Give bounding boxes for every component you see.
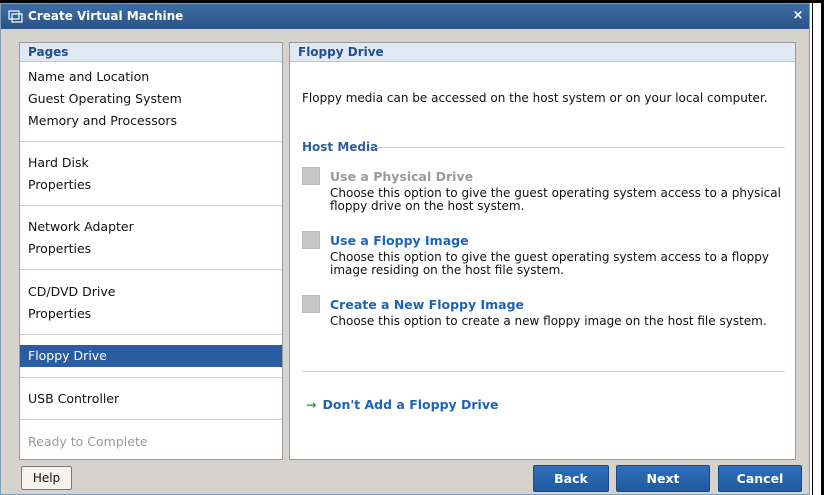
next-button[interactable]: Next (616, 465, 710, 492)
content-panel: Floppy Drive Floppy media can be accesse… (289, 42, 796, 460)
help-button[interactable]: Help (21, 466, 72, 490)
page-item-name-and-location[interactable]: Name and Location (20, 66, 282, 88)
content-header: Floppy Drive (290, 43, 795, 62)
vm-window-icon (8, 10, 23, 23)
new-floppy-image-description: Choose this option to create a new flopp… (330, 314, 767, 328)
physical-drive-description: Choose this option to give the guest ope… (330, 186, 781, 213)
dialog-window: Create Virtual Machine × Pages Name and … (0, 3, 810, 495)
page-item-network-adapter-properties[interactable]: Properties (20, 238, 282, 260)
page-item-hard-disk[interactable]: Hard Disk (20, 152, 282, 174)
page-item-hard-disk-properties[interactable]: Properties (20, 174, 282, 196)
page-item-usb-controller[interactable]: USB Controller (20, 388, 282, 410)
host-media-label: Host Media (302, 140, 379, 154)
page-separator (20, 334, 282, 335)
dont-add-floppy-label: Don't Add a Floppy Drive (322, 397, 499, 412)
floppy-image-icon (302, 231, 320, 249)
page-separator (20, 419, 282, 420)
content-divider (302, 371, 785, 372)
use-floppy-image-link[interactable]: Use a Floppy Image (330, 233, 469, 248)
page-separator (20, 205, 282, 206)
option-physical-drive: Use a Physical Drive Choose this option … (302, 167, 782, 217)
page-separator (20, 377, 282, 378)
page-item-cd-dvd-drive[interactable]: CD/DVD Drive (20, 281, 282, 303)
page-separator (20, 269, 282, 270)
physical-drive-icon (302, 167, 320, 185)
content-description: Floppy media can be accessed on the host… (302, 91, 768, 105)
page-item-floppy-drive[interactable]: Floppy Drive (20, 345, 282, 367)
floppy-image-description: Choose this option to give the guest ope… (330, 250, 770, 277)
page-separator (20, 141, 282, 142)
window-title: Create Virtual Machine (28, 9, 184, 23)
cancel-button[interactable]: Cancel (718, 465, 802, 492)
arrow-right-icon: → (306, 397, 317, 412)
right-frame-line-inner (812, 0, 813, 495)
page-item-ready-to-complete: Ready to Complete (28, 434, 148, 449)
close-button[interactable]: × (791, 9, 805, 23)
back-button[interactable]: Back (533, 465, 609, 492)
page-item-guest-operating-system[interactable]: Guest Operating System (20, 88, 282, 110)
option-new-floppy-image: Create a New Floppy Image Choose this op… (302, 295, 782, 345)
dont-add-floppy-link[interactable]: → Don't Add a Floppy Drive (306, 397, 498, 412)
title-bar[interactable]: Create Virtual Machine × (1, 4, 809, 29)
option-floppy-image: Use a Floppy Image Choose this option to… (302, 231, 782, 281)
pages-header: Pages (20, 43, 282, 62)
page-item-memory-and-processors[interactable]: Memory and Processors (20, 110, 282, 132)
page-item-cd-dvd-drive-properties[interactable]: Properties (20, 303, 282, 325)
create-new-floppy-image-link[interactable]: Create a New Floppy Image (330, 297, 524, 312)
host-media-divider (375, 147, 785, 148)
page-item-network-adapter[interactable]: Network Adapter (20, 216, 282, 238)
pages-panel: Pages Name and Location Guest Operating … (19, 42, 283, 460)
new-floppy-image-icon (302, 295, 320, 313)
use-physical-drive-link: Use a Physical Drive (330, 169, 474, 184)
